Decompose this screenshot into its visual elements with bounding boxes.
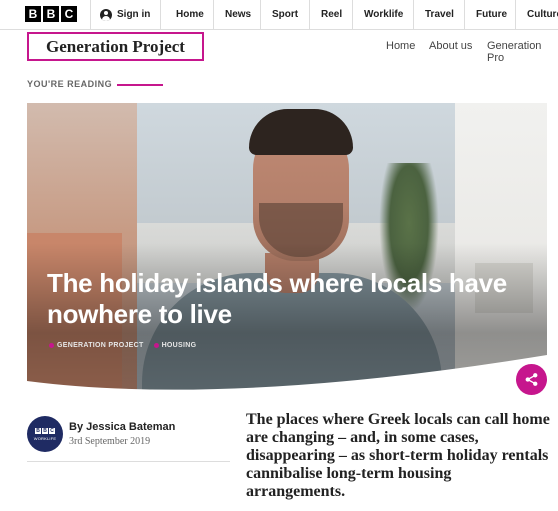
topnav-home[interactable]: Home: [176, 0, 204, 29]
nav-divider: [213, 0, 214, 29]
avatar-logo-letter: B: [35, 427, 41, 434]
share-icon: [525, 373, 538, 386]
avatar-worklife-text: WORKLIFE: [33, 435, 57, 441]
user-icon: [100, 8, 112, 21]
tag-dot-icon: [153, 343, 159, 348]
avatar-bbc-logo: B B C: [35, 427, 55, 434]
topnav-future[interactable]: Future: [476, 0, 507, 29]
nav-divider: [90, 0, 91, 29]
topnav-travel[interactable]: Travel: [425, 0, 454, 29]
tag-housing[interactable]: HOUSING: [153, 342, 197, 349]
author-name[interactable]: By Jessica Bateman: [69, 421, 175, 433]
hero-curve: [27, 355, 547, 395]
share-button[interactable]: [516, 364, 547, 395]
topnav-worklife[interactable]: Worklife: [364, 0, 403, 29]
youre-reading-label: YOU'RE READING: [27, 79, 113, 89]
hero-person-hair: [249, 109, 353, 155]
subnav-generation-project[interactable]: Generation Pro: [487, 40, 558, 64]
section-title[interactable]: Generation Project: [27, 32, 204, 61]
nav-divider: [309, 0, 310, 29]
nav-divider: [160, 0, 161, 29]
topnav-culture[interactable]: Culture: [527, 0, 558, 29]
nav-divider: [260, 0, 261, 29]
topnav-sport[interactable]: Sport: [272, 0, 298, 29]
tag-dot-icon: [49, 343, 54, 348]
sign-in-label: Sign in: [117, 9, 151, 20]
bbc-logo-letter: C: [61, 6, 77, 22]
article-tags: GENERATION PROJECT HOUSING: [49, 342, 196, 349]
nav-divider: [352, 0, 353, 29]
topnav-news[interactable]: News: [225, 0, 251, 29]
bbc-logo-letter: B: [25, 6, 41, 22]
byline-divider: [27, 461, 230, 462]
article-summary: The places where Greek locals can call h…: [246, 411, 550, 500]
tag-label: GENERATION PROJECT: [57, 342, 144, 349]
sign-in-link[interactable]: Sign in: [100, 0, 150, 29]
bbc-global-nav: B B C Sign in Home News Sport Reel Workl…: [0, 0, 558, 30]
tag-label: HOUSING: [161, 342, 197, 349]
nav-divider: [464, 0, 465, 29]
avatar-logo-letter: C: [49, 427, 55, 434]
subnav-home[interactable]: Home: [386, 40, 415, 52]
nav-divider: [413, 0, 414, 29]
topnav-reel[interactable]: Reel: [321, 0, 342, 29]
author-avatar[interactable]: B B C WORKLIFE: [27, 416, 63, 452]
subnav-about-us[interactable]: About us: [429, 40, 472, 52]
bbc-logo[interactable]: B B C: [25, 6, 77, 22]
nav-divider: [515, 0, 516, 29]
reading-accent-line: [117, 84, 163, 86]
bbc-logo-letter: B: [43, 6, 59, 22]
tag-generation-project[interactable]: GENERATION PROJECT: [49, 342, 144, 349]
hero-image: The holiday islands where locals have no…: [27, 103, 547, 393]
publish-date: 3rd September 2019: [69, 436, 151, 447]
avatar-logo-letter: B: [42, 427, 48, 434]
article-headline: The holiday islands where locals have no…: [47, 268, 507, 329]
